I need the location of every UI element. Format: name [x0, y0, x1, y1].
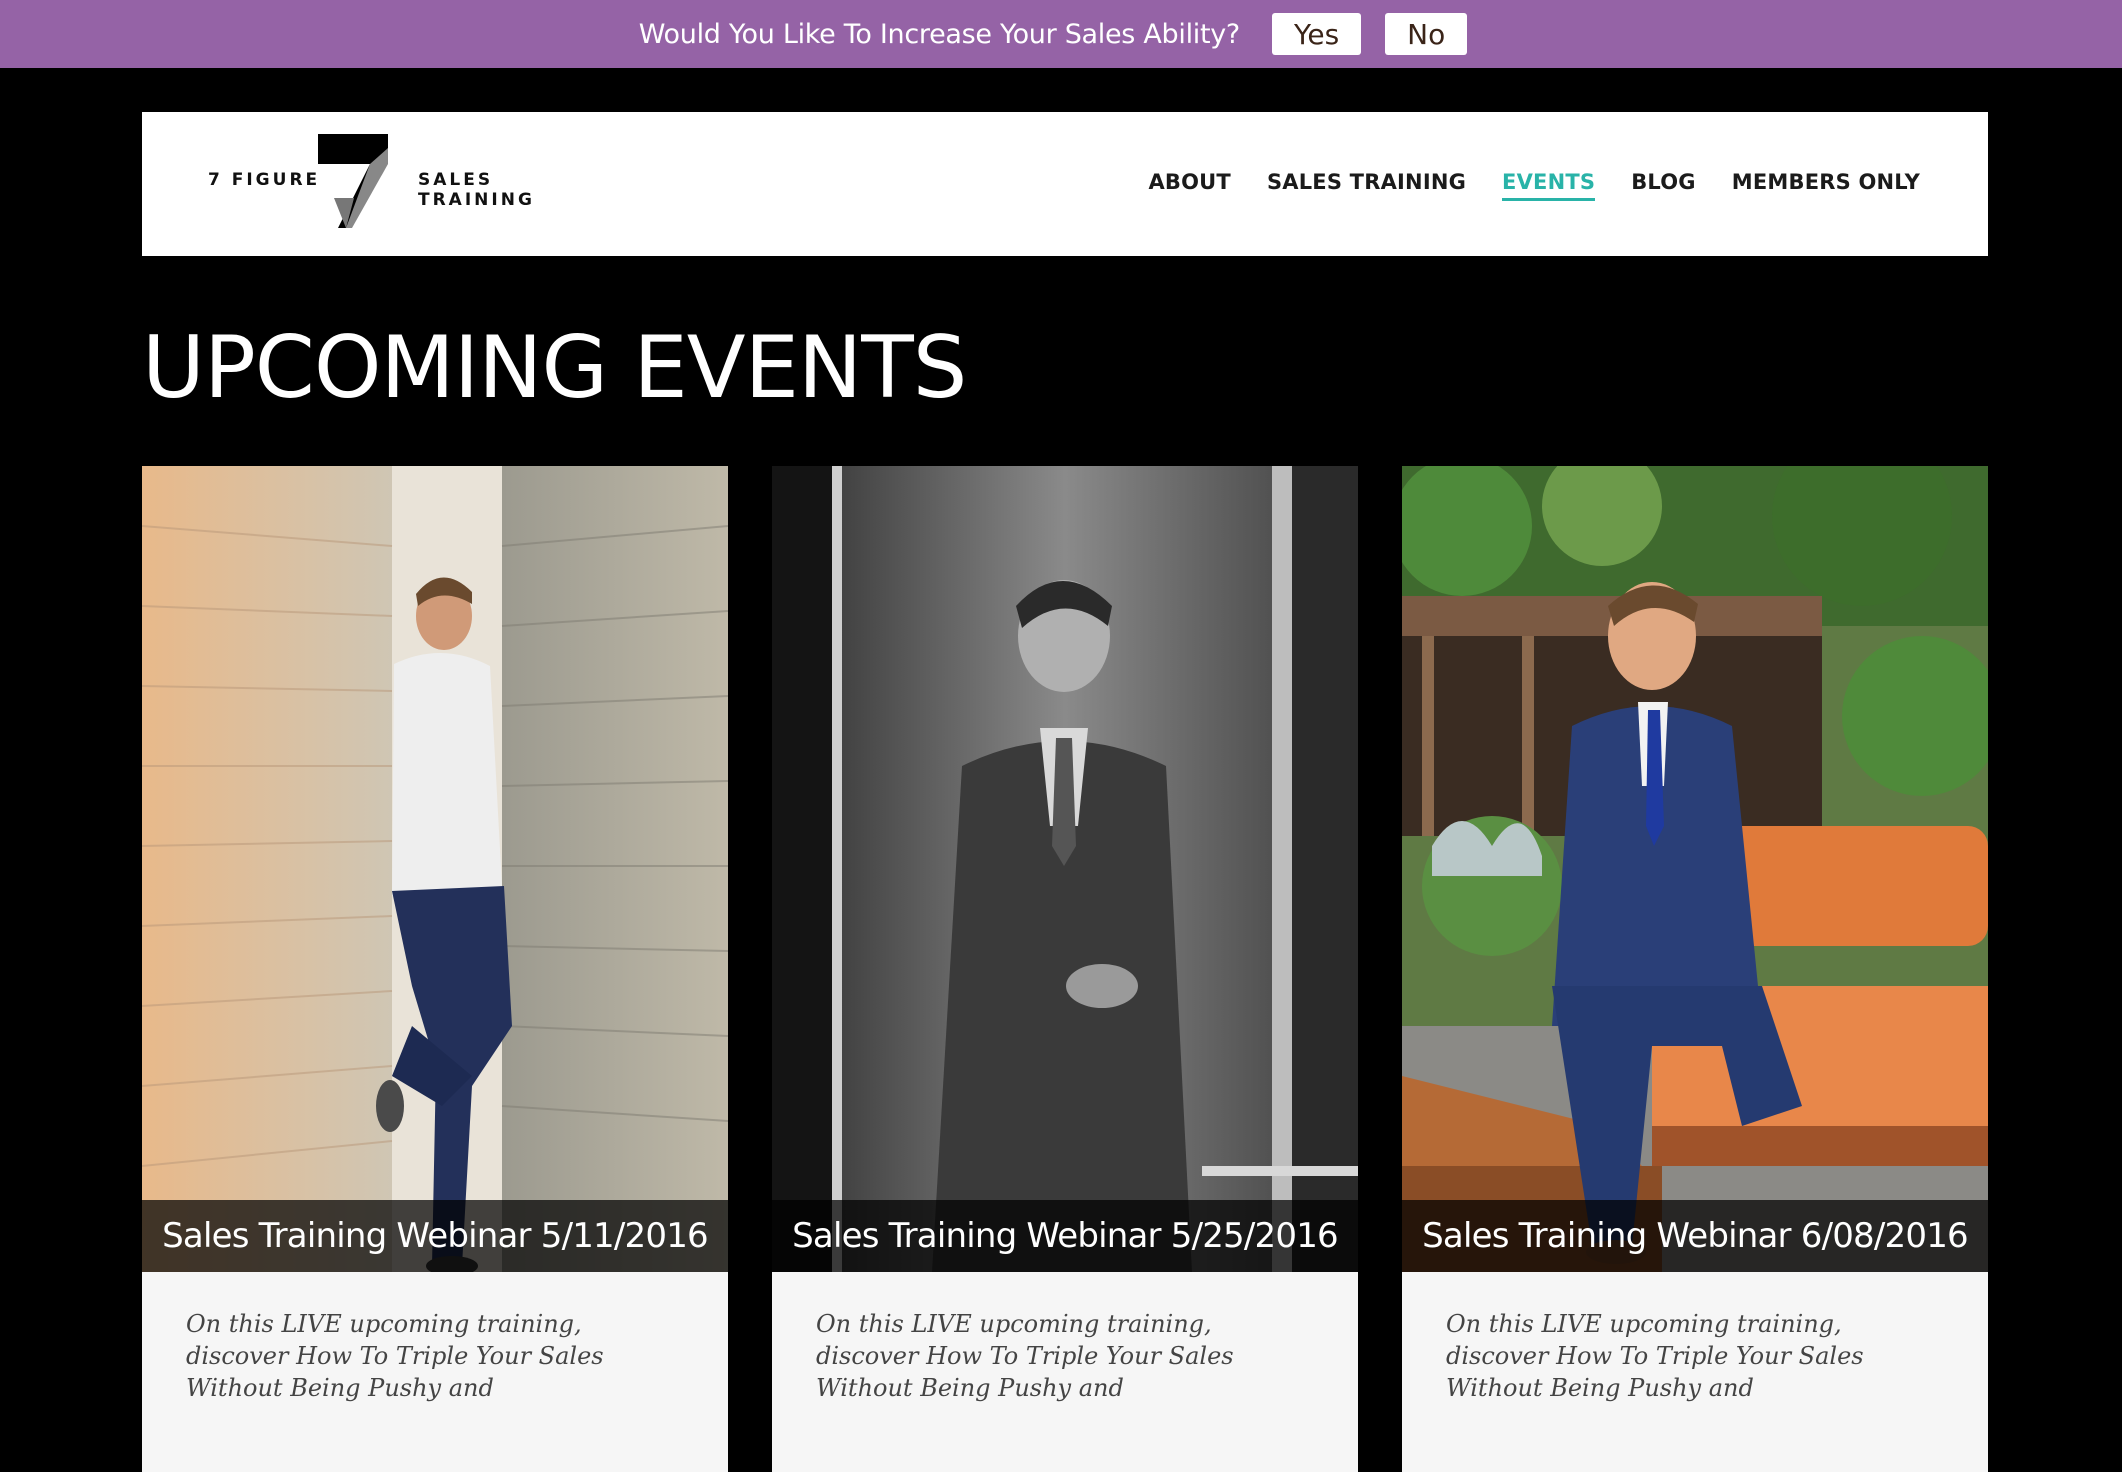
event-card[interactable]: Sales Training Webinar 6/08/2016 On this…: [1402, 466, 1988, 1472]
promo-bar: Would You Like To Increase Your Sales Ab…: [0, 0, 2122, 68]
event-photo-image: [1402, 466, 1988, 1272]
event-photo[interactable]: Sales Training Webinar 6/08/2016: [1402, 466, 1988, 1272]
site-header: 7 FIGURE SALES TRAINING ABOUT SALES TRAI…: [142, 112, 1988, 256]
page-title: UPCOMING EVENTS: [142, 318, 967, 418]
promo-yes-button[interactable]: Yes: [1271, 13, 1362, 55]
event-description: On this LIVE upcoming training, discover…: [816, 1310, 1234, 1402]
event-body: On this LIVE upcoming training, discover…: [142, 1272, 728, 1472]
event-title-bar: Sales Training Webinar 5/11/2016: [142, 1200, 728, 1272]
event-photo[interactable]: Sales Training Webinar 5/11/2016: [142, 466, 728, 1272]
logo-seven-mark-icon: [318, 134, 388, 228]
event-photo-image: [142, 466, 728, 1272]
nav-about[interactable]: ABOUT: [1148, 170, 1231, 201]
main-nav: ABOUT SALES TRAINING EVENTS BLOG MEMBERS…: [1148, 170, 1920, 201]
event-photo[interactable]: Sales Training Webinar 5/25/2016: [772, 466, 1358, 1272]
event-title[interactable]: Sales Training Webinar 6/08/2016: [1422, 1216, 1969, 1256]
logo-text-left: 7 FIGURE: [208, 170, 321, 190]
events-grid: Sales Training Webinar 5/11/2016 On this…: [142, 466, 1988, 1472]
event-photo-image: [772, 466, 1358, 1272]
event-description: On this LIVE upcoming training, discover…: [186, 1310, 604, 1402]
event-description: On this LIVE upcoming training, discover…: [1446, 1310, 1864, 1402]
promo-no-button[interactable]: No: [1385, 13, 1468, 55]
site-logo[interactable]: 7 FIGURE SALES TRAINING: [208, 134, 608, 234]
event-card[interactable]: Sales Training Webinar 5/11/2016 On this…: [142, 466, 728, 1472]
nav-events[interactable]: EVENTS: [1502, 170, 1596, 201]
event-title[interactable]: Sales Training Webinar 5/25/2016: [792, 1216, 1339, 1256]
nav-members-only[interactable]: MEMBERS ONLY: [1732, 170, 1920, 201]
promo-question: Would You Like To Increase Your Sales Ab…: [638, 18, 1241, 50]
event-body: On this LIVE upcoming training, discover…: [1402, 1272, 1988, 1472]
event-card[interactable]: Sales Training Webinar 5/25/2016 On this…: [772, 466, 1358, 1472]
event-title[interactable]: Sales Training Webinar 5/11/2016: [162, 1216, 709, 1256]
nav-sales-training[interactable]: SALES TRAINING: [1267, 170, 1466, 201]
event-title-bar: Sales Training Webinar 6/08/2016: [1402, 1200, 1988, 1272]
logo-text-right: SALES TRAINING: [418, 170, 535, 210]
event-body: On this LIVE upcoming training, discover…: [772, 1272, 1358, 1472]
nav-blog[interactable]: BLOG: [1631, 170, 1696, 201]
event-title-bar: Sales Training Webinar 5/25/2016: [772, 1200, 1358, 1272]
